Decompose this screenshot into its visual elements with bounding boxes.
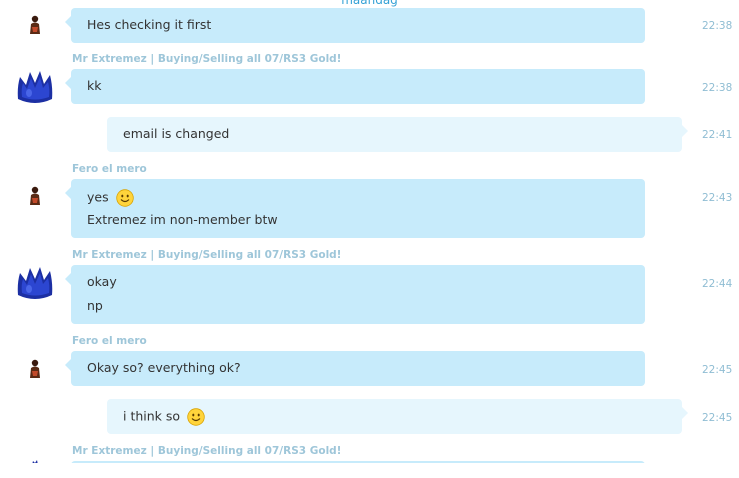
person-avatar-icon[interactable] — [27, 186, 43, 206]
sender-name[interactable]: Mr Extremez | Buying/Selling all 07/RS3 … — [72, 53, 341, 65]
message-text: np — [87, 298, 103, 313]
day-separator: maandag — [341, 0, 398, 7]
message-text: yes — [87, 189, 109, 205]
own-message-bubble[interactable]: i think so — [107, 399, 688, 434]
sender-name[interactable]: Fero el mero — [72, 163, 147, 175]
message-bubble[interactable] — [71, 461, 645, 463]
chat-conversation: maandag Hes checking it first 22:38 Mr E… — [0, 0, 739, 463]
message-bubble[interactable]: kk — [65, 69, 645, 104]
message-text: okay — [87, 274, 117, 289]
message-text: Extremez im non-member btw — [87, 212, 278, 227]
message-text: kk — [87, 78, 102, 93]
sender-name[interactable]: Mr Extremez | Buying/Selling all 07/RS3 … — [72, 445, 341, 457]
blue-crown-avatar-icon[interactable] — [16, 69, 54, 105]
message-timestamp: 22:38 — [702, 82, 733, 94]
message-timestamp: 22:41 — [702, 129, 733, 141]
message-bubble[interactable]: Okay so? everything ok? — [65, 351, 645, 386]
message-bubble[interactable]: okay np — [65, 265, 645, 324]
message-timestamp: 22:45 — [702, 364, 733, 376]
message-timestamp: 22:45 — [702, 412, 733, 424]
message-text: Hes checking it first — [87, 17, 212, 32]
smiley-emoji-icon — [187, 408, 205, 426]
message-text: i think so — [123, 408, 181, 424]
message-bubble[interactable]: yes Extremez im non-member btw — [65, 179, 645, 238]
person-avatar-icon[interactable] — [27, 15, 43, 35]
message-timestamp: 22:38 — [702, 20, 733, 32]
message-timestamp: 22:43 — [702, 192, 733, 204]
message-text: email is changed — [123, 126, 230, 141]
own-message-bubble[interactable]: email is changed — [107, 117, 688, 152]
person-avatar-icon[interactable] — [27, 359, 43, 379]
blue-crown-avatar-icon[interactable] — [31, 459, 39, 463]
blue-crown-avatar-icon[interactable] — [16, 265, 54, 301]
sender-name[interactable]: Mr Extremez | Buying/Selling all 07/RS3 … — [72, 249, 341, 261]
smiley-emoji-icon — [115, 189, 134, 207]
message-timestamp: 22:44 — [702, 278, 733, 290]
message-text: Okay so? everything ok? — [87, 360, 241, 375]
sender-name[interactable]: Fero el mero — [72, 335, 147, 347]
message-bubble[interactable]: Hes checking it first — [65, 8, 645, 43]
